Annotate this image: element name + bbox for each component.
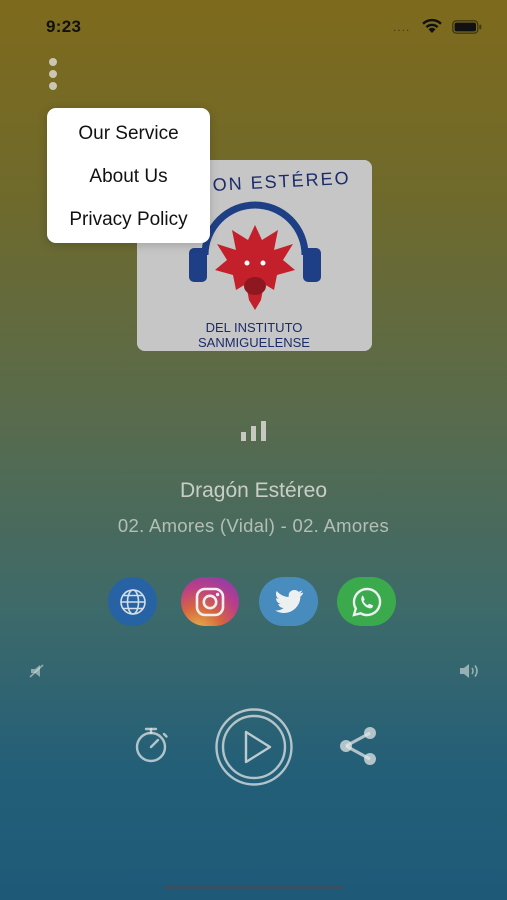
menu-dot [49, 70, 57, 78]
menu-item-about-us[interactable]: About Us [47, 164, 210, 207]
battery-icon [452, 20, 482, 34]
whatsapp-icon [351, 587, 381, 617]
status-bar: 9:23 .... [0, 0, 507, 54]
stopwatch-icon [135, 727, 168, 763]
options-popup-menu: Our Service About Us Privacy Policy [47, 108, 210, 243]
logo-line1: DEL INSTITUTO [206, 320, 303, 335]
more-options-button[interactable] [42, 56, 64, 92]
equalizer-icon [241, 421, 266, 441]
share-button[interactable] [337, 726, 379, 766]
globe-icon [119, 588, 146, 615]
menu-item-privacy-policy[interactable]: Privacy Policy [47, 207, 210, 250]
home-indicator[interactable] [164, 885, 344, 890]
website-button[interactable] [108, 577, 157, 626]
play-button[interactable] [214, 707, 294, 787]
sleep-timer-button[interactable] [131, 725, 171, 765]
menu-dot [49, 58, 57, 66]
status-time: 9:23 [46, 17, 82, 36]
instagram-icon [195, 587, 225, 616]
menu-item-our-service[interactable]: Our Service [47, 121, 210, 164]
whatsapp-button[interactable] [337, 577, 396, 626]
volume-high-icon[interactable] [458, 661, 482, 681]
instagram-button[interactable] [181, 577, 239, 626]
twitter-bird-icon [274, 589, 303, 613]
twitter-button[interactable] [259, 577, 318, 626]
station-name: Dragón Estéreo [179, 479, 328, 502]
volume-mute-icon[interactable] [28, 662, 48, 680]
wifi-icon [422, 18, 442, 33]
track-title: 02. Amores (Vidal) - 02. Amores [117, 515, 390, 536]
signal-dots: .... [393, 20, 411, 34]
play-icon [244, 730, 272, 764]
menu-dot [49, 82, 57, 90]
share-icon [340, 727, 376, 765]
logo-line2: SANMIGUELENSE [198, 335, 310, 350]
